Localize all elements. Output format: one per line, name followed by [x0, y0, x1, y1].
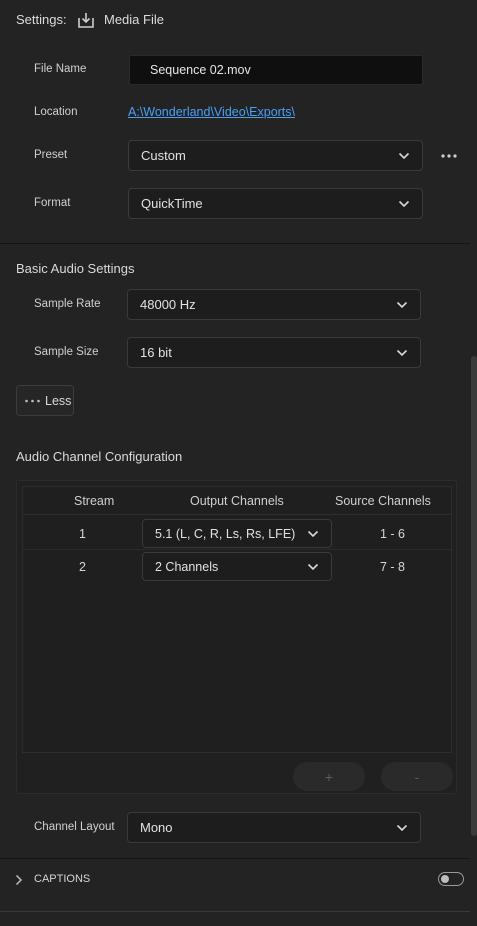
stream-column-header: Stream [74, 494, 115, 508]
chevron-right-icon[interactable] [15, 874, 23, 886]
captions-toggle[interactable] [438, 872, 464, 886]
output-channels-value: 2 Channels [155, 559, 219, 574]
chevron-down-icon [396, 349, 408, 356]
chevron-down-icon [307, 530, 319, 537]
captions-label: CAPTIONS [34, 873, 91, 885]
format-dropdown[interactable]: QuickTime [128, 188, 423, 219]
source-channels-cell: 7 - 8 [380, 560, 406, 574]
less-button[interactable]: Less [16, 385, 74, 416]
chevron-down-icon [307, 563, 319, 570]
channel-layout-dropdown[interactable]: Mono [127, 812, 421, 843]
settings-label: Settings: [16, 12, 67, 27]
basic-audio-settings-title: Basic Audio Settings [16, 261, 135, 276]
sample-rate-value: 48000 Hz [140, 297, 196, 312]
more-options-icon[interactable] [440, 150, 458, 160]
scrollbar-thumb[interactable] [471, 356, 477, 836]
file-name-field[interactable]: Sequence 02.mov [129, 55, 423, 85]
media-file-label: Media File [104, 12, 164, 27]
more-options-icon [25, 399, 40, 402]
file-name-label: File Name [34, 63, 87, 75]
toggle-knob [441, 874, 449, 883]
audio-channel-config-title: Audio Channel Configuration [16, 449, 183, 464]
chevron-down-icon [396, 301, 408, 308]
location-link[interactable]: A:\Wonderland\Video\Exports\ [128, 105, 295, 119]
less-label: Less [45, 393, 72, 408]
preset-label: Preset [34, 149, 68, 161]
export-download-icon [77, 11, 95, 29]
channel-layout-label: Channel Layout [34, 821, 115, 833]
location-label: Location [34, 106, 78, 118]
output-channels-dropdown[interactable]: 2 Channels [142, 552, 332, 581]
chevron-down-icon [396, 824, 408, 831]
output-channels-dropdown[interactable]: 5.1 (L, C, R, Ls, Rs, LFE) [142, 519, 332, 548]
sample-size-dropdown[interactable]: 16 bit [127, 337, 421, 368]
format-label: Format [34, 197, 71, 209]
bottom-divider [0, 911, 477, 912]
preset-dropdown[interactable]: Custom [128, 140, 423, 171]
chevron-down-icon [398, 200, 410, 207]
stream-cell: 2 [79, 560, 86, 574]
sample-size-label: Sample Size [34, 346, 99, 358]
source-channels-cell: 1 - 6 [380, 527, 406, 541]
remove-stream-button[interactable]: - [381, 762, 453, 791]
add-stream-button[interactable]: + [293, 762, 365, 791]
sample-rate-dropdown[interactable]: 48000 Hz [127, 289, 421, 320]
section-divider [0, 243, 477, 244]
preset-value: Custom [141, 148, 186, 163]
chevron-down-icon [398, 152, 410, 159]
output-channels-value: 5.1 (L, C, R, Ls, Rs, LFE) [155, 526, 296, 541]
sample-size-value: 16 bit [140, 345, 172, 360]
stream-cell: 1 [79, 527, 86, 541]
format-value: QuickTime [141, 196, 203, 211]
output-channels-column-header: Output Channels [190, 494, 284, 508]
sample-rate-label: Sample Rate [34, 298, 101, 310]
source-channels-column-header: Source Channels [335, 494, 431, 508]
channel-layout-value: Mono [140, 820, 173, 835]
